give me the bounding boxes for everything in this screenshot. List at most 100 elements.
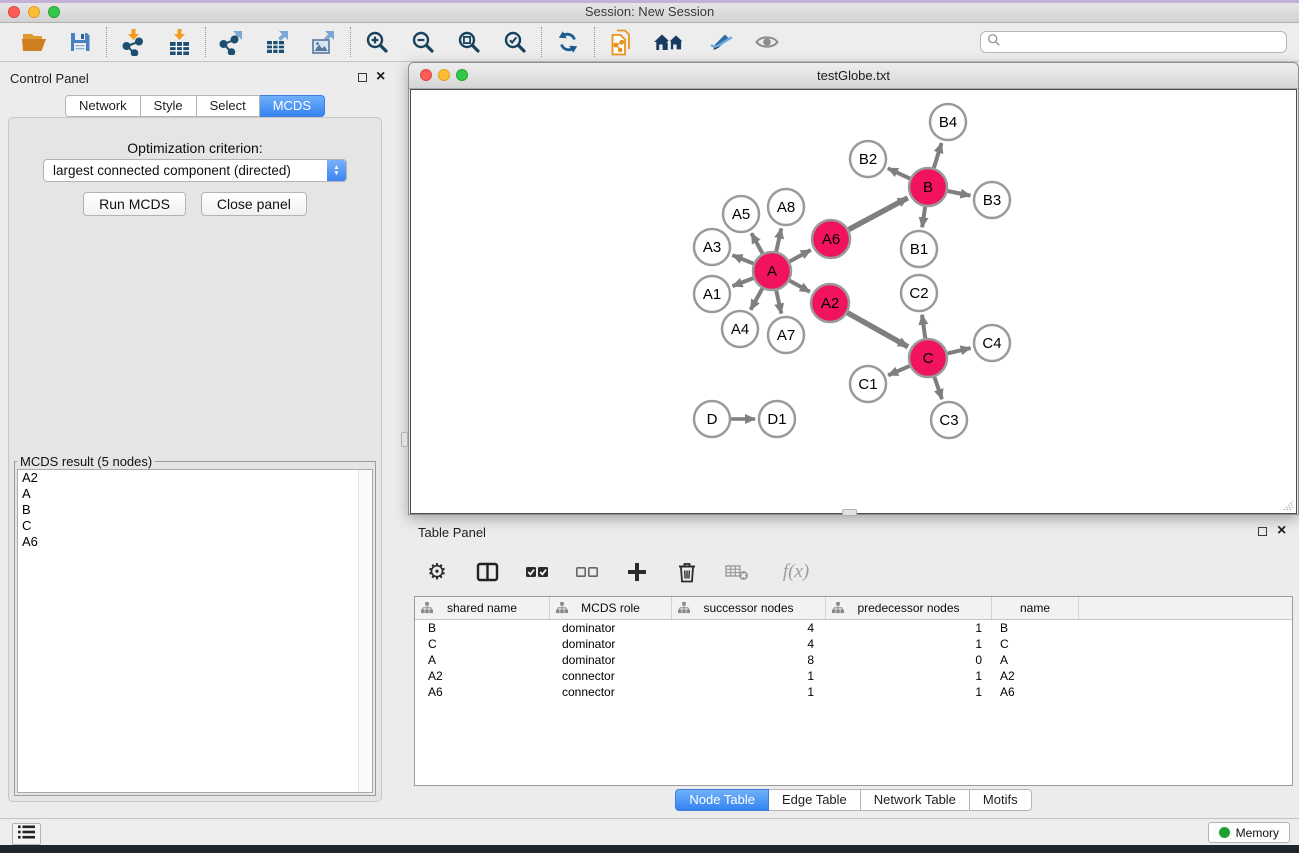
table-cell[interactable]: B	[415, 621, 550, 635]
mcds-result-item[interactable]: A2	[18, 470, 372, 486]
table-cell[interactable]: connector	[550, 685, 672, 699]
table-row[interactable]: Cdominator41C	[415, 636, 1292, 652]
table-cell[interactable]: 1	[672, 669, 826, 683]
column-header-name[interactable]: name	[992, 597, 1079, 619]
graph-edge-A-A3[interactable]	[732, 255, 753, 263]
home-icon[interactable]	[652, 27, 690, 57]
table-cell[interactable]: C	[415, 637, 550, 651]
table-cell[interactable]: A6	[415, 685, 550, 699]
tab-network-table[interactable]: Network Table	[861, 789, 970, 811]
control-panel-close-icon[interactable]: ×	[376, 72, 385, 82]
import-network-icon[interactable]	[118, 27, 148, 57]
search-field[interactable]	[980, 31, 1287, 53]
tab-mcds[interactable]: MCDS	[260, 95, 325, 117]
export-network-icon[interactable]	[217, 27, 247, 57]
node-table[interactable]: shared nameMCDS rolesuccessor nodesprede…	[414, 596, 1293, 786]
window-resize-grip[interactable]	[1280, 497, 1294, 511]
table-panel-float-button[interactable]	[1258, 527, 1267, 536]
zoom-out-icon[interactable]	[408, 27, 438, 57]
mcds-result-item[interactable]: B	[18, 502, 372, 518]
graph-edge-A-A2[interactable]	[790, 281, 810, 292]
splitter-handle-bottom[interactable]	[842, 509, 857, 516]
graph-edge-A-A7[interactable]	[776, 291, 781, 314]
save-session-icon[interactable]	[65, 27, 95, 57]
control-panel-float-button[interactable]	[358, 73, 367, 82]
table-cell[interactable]: 1	[826, 621, 992, 635]
graph-edge-A-A4[interactable]	[751, 289, 763, 310]
table-row[interactable]: Adominator80A	[415, 652, 1292, 668]
search-input[interactable]	[1006, 34, 1280, 50]
import-table-icon[interactable]	[164, 27, 194, 57]
tab-network[interactable]: Network	[65, 95, 141, 117]
tab-node-table[interactable]: Node Table	[675, 789, 769, 811]
tab-edge-table[interactable]: Edge Table	[769, 789, 861, 811]
network-from-file-icon[interactable]	[606, 27, 636, 57]
table-cell[interactable]: connector	[550, 669, 672, 683]
zoom-selected-icon[interactable]	[500, 27, 530, 57]
graph-edge-C-C4[interactable]	[947, 348, 970, 353]
graph-edge-A-A6[interactable]	[790, 250, 811, 261]
deselect-all-icon[interactable]	[574, 559, 600, 585]
table-cell[interactable]: 0	[826, 653, 992, 667]
close-panel-button[interactable]: Close panel	[201, 192, 307, 216]
table-cell[interactable]: A2	[415, 669, 550, 683]
graph-edge-C-C1[interactable]	[888, 366, 909, 375]
annotations-icon[interactable]	[706, 27, 736, 57]
delete-row-trash-icon[interactable]	[674, 559, 700, 585]
show-hide-panels-eye-icon[interactable]	[752, 27, 782, 57]
graph-edge-C-C3[interactable]	[934, 377, 942, 399]
function-builder-icon[interactable]: f(x)	[774, 559, 818, 585]
split-view-icon[interactable]	[474, 559, 500, 585]
export-image-icon[interactable]	[309, 27, 339, 57]
mcds-result-scrollbar[interactable]	[358, 470, 372, 792]
graph-edge-A-A5[interactable]	[752, 233, 763, 253]
graph-edge-B-B3[interactable]	[948, 191, 971, 196]
table-cell[interactable]: 4	[672, 621, 826, 635]
column-header-shared-name[interactable]: shared name	[415, 597, 550, 619]
graph-edge-C-C2[interactable]	[922, 315, 925, 338]
zoom-fit-icon[interactable]	[454, 27, 484, 57]
optimization-criterion-dropdown[interactable]: largest connected component (directed) ▲…	[43, 159, 347, 182]
select-all-icon[interactable]	[524, 559, 550, 585]
network-canvas[interactable]: B4B2BB3A5A8A6B1A3AC2A1A2A4A7C4CC1C3DD1	[410, 89, 1297, 514]
table-cell[interactable]: A6	[992, 685, 1079, 699]
mcds-result-item[interactable]: A6	[18, 534, 372, 550]
graph-edge-B-B2[interactable]	[888, 168, 910, 178]
column-header-successor-nodes[interactable]: successor nodes	[672, 597, 826, 619]
table-cell[interactable]: 1	[672, 685, 826, 699]
graph-edge-A6-B[interactable]	[849, 198, 908, 230]
memory-button[interactable]: Memory	[1208, 822, 1290, 843]
graph-edge-A-A8[interactable]	[776, 228, 781, 251]
column-header-predecessor-nodes[interactable]: predecessor nodes	[826, 597, 992, 619]
table-panel-close-icon[interactable]: ×	[1277, 526, 1286, 536]
table-cell[interactable]: 8	[672, 653, 826, 667]
delete-table-icon[interactable]	[724, 559, 750, 585]
zoom-in-icon[interactable]	[362, 27, 392, 57]
refresh-icon[interactable]	[553, 27, 583, 57]
table-row[interactable]: A2connector11A2	[415, 668, 1292, 684]
open-session-icon[interactable]	[19, 27, 49, 57]
network-window-titlebar[interactable]: testGlobe.txt	[409, 63, 1298, 89]
table-cell[interactable]: dominator	[550, 637, 672, 651]
splitter-handle-left[interactable]	[401, 432, 408, 447]
table-row[interactable]: A6connector11A6	[415, 684, 1292, 700]
mcds-result-item[interactable]: C	[18, 518, 372, 534]
table-cell[interactable]: A2	[992, 669, 1079, 683]
table-cell[interactable]: 4	[672, 637, 826, 651]
mcds-result-item[interactable]: A	[18, 486, 372, 502]
tab-style[interactable]: Style	[141, 95, 197, 117]
table-cell[interactable]: 1	[826, 685, 992, 699]
tab-motifs[interactable]: Motifs	[970, 789, 1032, 811]
export-table-icon[interactable]	[263, 27, 293, 57]
table-cell[interactable]: 1	[826, 669, 992, 683]
graph-edge-B-B4[interactable]	[934, 143, 942, 168]
run-mcds-button[interactable]: Run MCDS	[83, 192, 186, 216]
column-header-MCDS-role[interactable]: MCDS role	[550, 597, 672, 619]
table-cell[interactable]: 1	[826, 637, 992, 651]
graph-edge-A-A1[interactable]	[733, 278, 754, 286]
table-cell[interactable]: dominator	[550, 621, 672, 635]
table-cell[interactable]: C	[992, 637, 1079, 651]
tab-select[interactable]: Select	[197, 95, 260, 117]
graph-edge-B-B1[interactable]	[922, 207, 925, 227]
table-cell[interactable]: dominator	[550, 653, 672, 667]
